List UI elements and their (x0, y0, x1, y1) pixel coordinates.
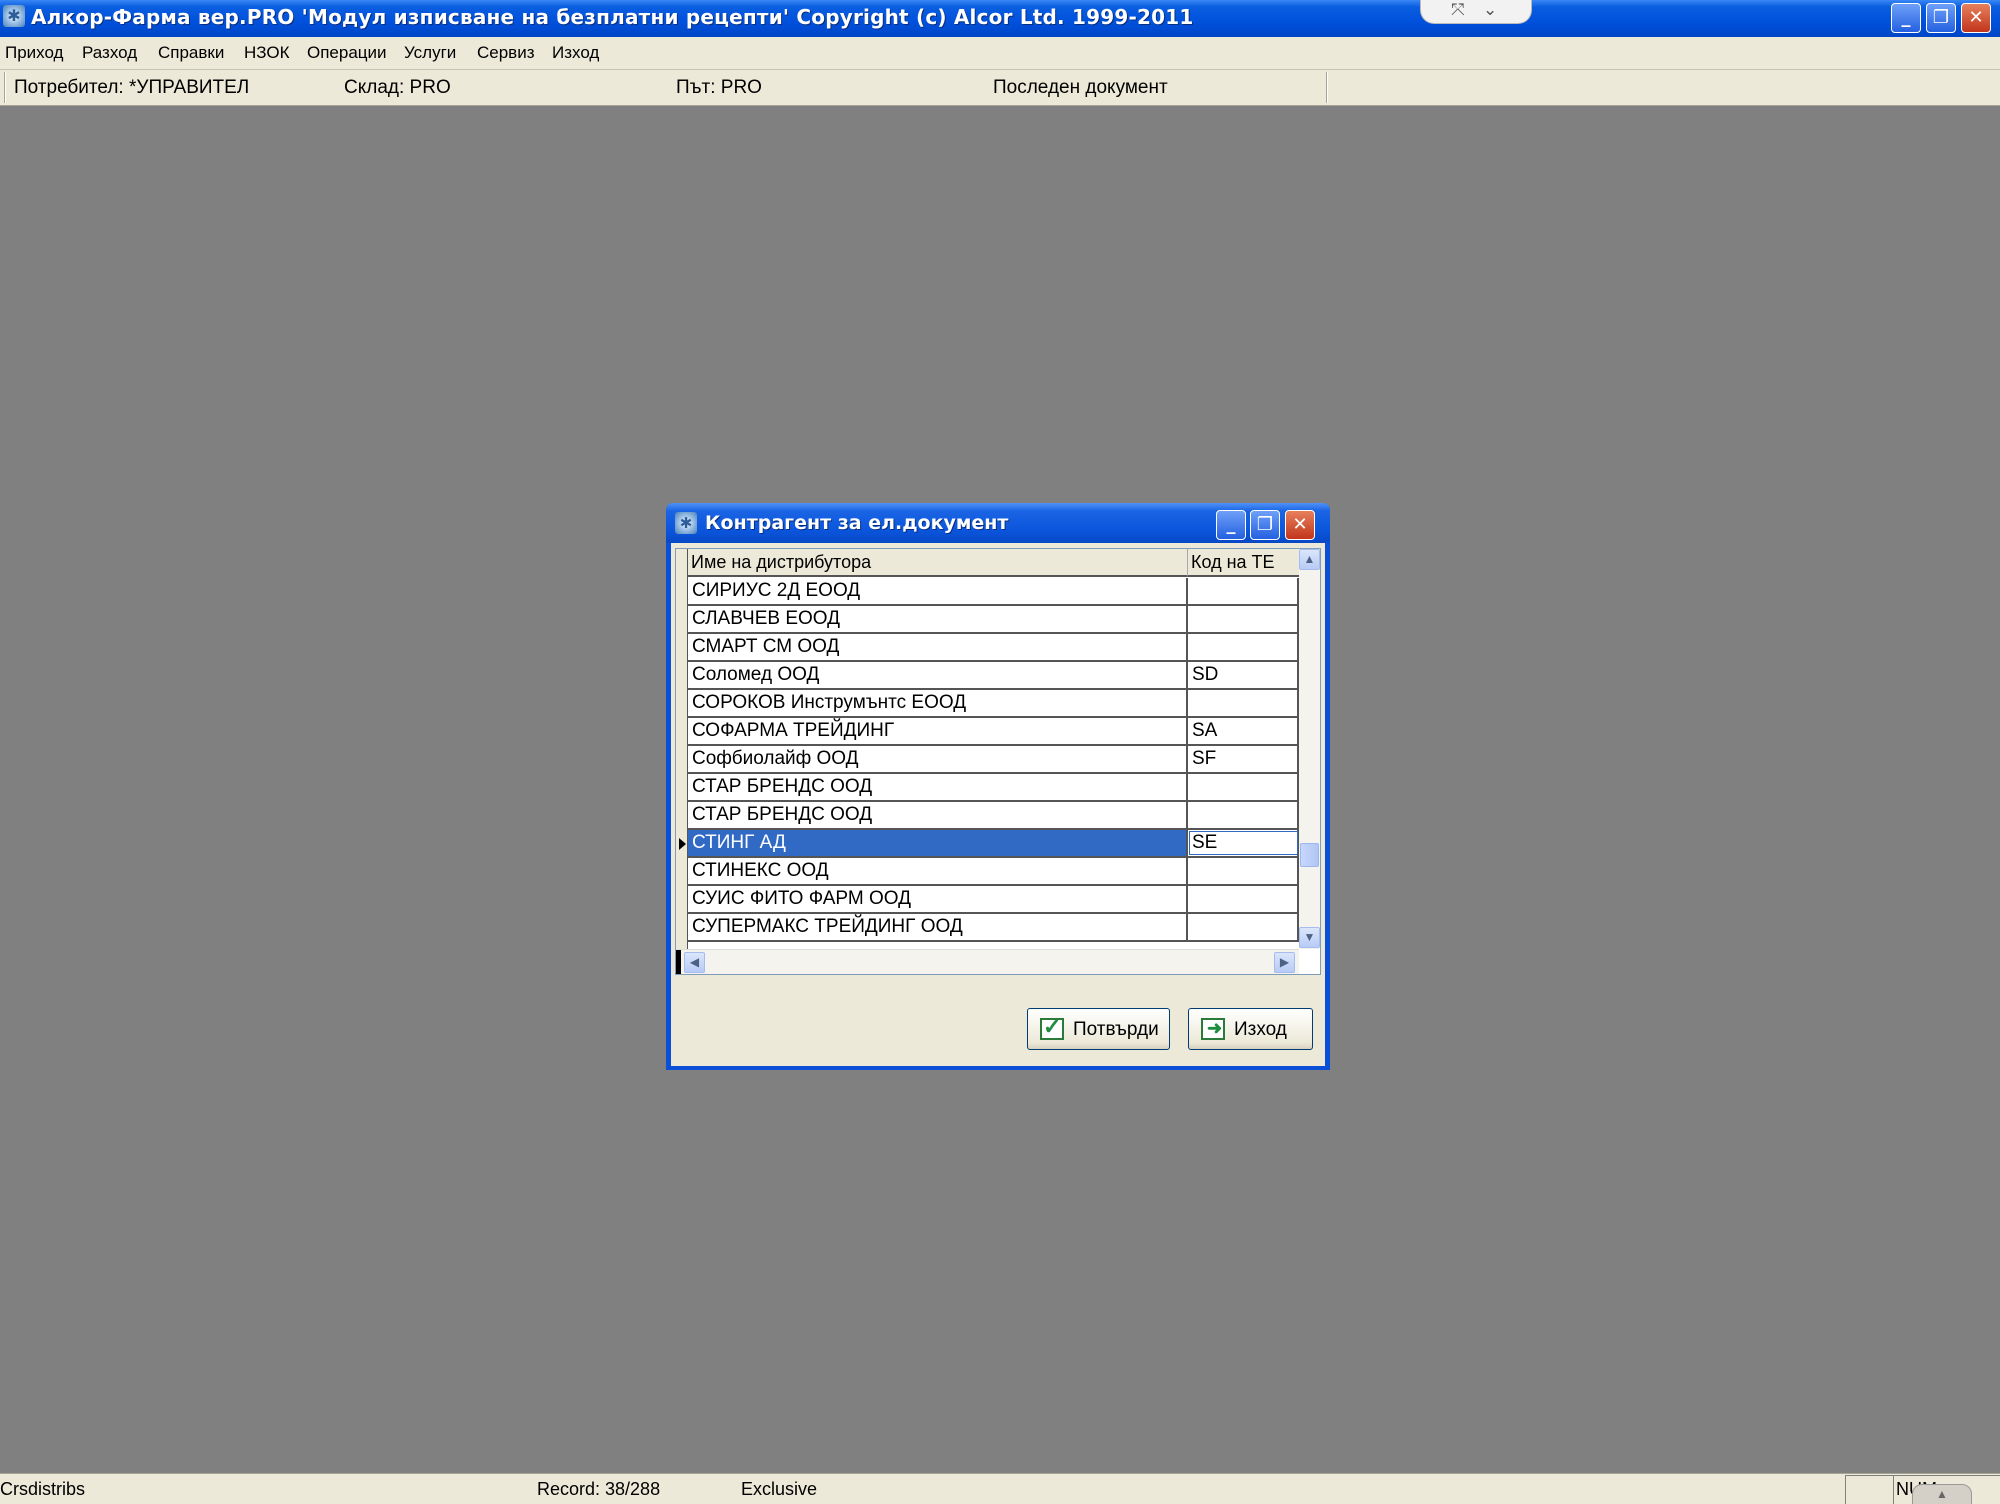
table-row[interactable]: СМАРТ СМ ООД (688, 634, 1299, 662)
dialog-body: Име на дистрибутора Код на ТЕ СИРИУС 2Д … (671, 543, 1325, 1066)
horizontal-scrollbar[interactable]: ◀ ▶ (676, 949, 1299, 974)
distributor-name-cell[interactable]: СТАР БРЕНДС ООД (688, 774, 1188, 800)
distributor-name-cell[interactable]: СТАР БРЕНДС ООД (688, 802, 1188, 828)
status-record: Record: 38/288 (537, 1479, 661, 1499)
table-row[interactable]: Соломед ООД SD (688, 662, 1299, 690)
distributor-name-cell[interactable]: СОРОКОВ Инструмънтс ЕООД (688, 690, 1188, 716)
menu-item-services[interactable]: Услуги (404, 43, 456, 63)
scroll-right-button[interactable]: ▶ (1274, 952, 1295, 973)
dialog-minimize-button[interactable]: _ (1216, 510, 1246, 540)
distributor-code-cell[interactable]: SD (1188, 662, 1299, 688)
confirm-label: Потвърди (1073, 1019, 1159, 1040)
distributor-name-cell[interactable]: СУИС ФИТО ФАРМ ООД (688, 886, 1188, 912)
status-panel (1845, 1475, 1895, 1504)
scroll-down-button[interactable]: ▼ (1299, 927, 1320, 948)
distributor-code-cell[interactable] (1188, 886, 1299, 912)
distributor-code-cell[interactable]: SE (1188, 830, 1299, 856)
current-store: Склад: PRO (344, 77, 451, 98)
table-row[interactable]: СТИНЕКС ООД (688, 858, 1299, 886)
confirm-button[interactable]: ✓ Потвърди (1027, 1008, 1170, 1050)
restore-size-icon[interactable]: ⤧ (1451, 0, 1465, 20)
table-row[interactable]: СУИС ФИТО ФАРМ ООД (688, 886, 1299, 914)
distributor-name-cell[interactable]: СМАРТ СМ ООД (688, 634, 1188, 660)
app-title: Алкор-Фарма вер.PRO 'Модул изписване на … (31, 5, 1194, 29)
scroll-up-button[interactable]: ▲ (1299, 549, 1320, 570)
menu-item-expense[interactable]: Разход (82, 43, 137, 63)
dialog-close-button[interactable]: ✕ (1285, 510, 1315, 540)
last-document: Последен документ (993, 77, 1168, 98)
distributor-code-cell[interactable] (1188, 774, 1299, 800)
table-row[interactable]: СТИНГ АД SE (688, 830, 1299, 858)
distributor-code-cell[interactable] (1188, 606, 1299, 632)
distributor-code-cell[interactable] (1188, 858, 1299, 884)
menu-item-operations[interactable]: Операции (307, 43, 387, 63)
distributor-code-cell[interactable] (1188, 690, 1299, 716)
distributor-name-cell[interactable]: Соломед ООД (688, 662, 1188, 688)
tray-expand-tab[interactable]: ▲ (1912, 1484, 1972, 1504)
menu-item-nzok[interactable]: НЗОК (244, 43, 289, 63)
record-indicator-column (676, 549, 688, 974)
dialog-title-bar[interactable]: ✱ Контрагент за ел.документ _ ❐ ✕ (666, 503, 1330, 543)
dialog-icon: ✱ (675, 512, 697, 534)
menu-item-income[interactable]: Приход (5, 43, 63, 63)
exit-arrow-icon: ➜ (1201, 1018, 1225, 1040)
vertical-scrollbar[interactable]: ▲ ▼ (1299, 549, 1320, 949)
distributor-name-cell[interactable]: Софбиолайф ООД (688, 746, 1188, 772)
remote-toolbar-tab[interactable]: ⤧ ⌄ (1420, 0, 1532, 24)
distributor-code-cell[interactable] (1188, 578, 1299, 604)
distributor-name-cell[interactable]: СТИНГ АД (688, 830, 1188, 856)
distributor-name-cell[interactable]: СИРИУС 2Д ЕООД (688, 578, 1188, 604)
menu-bar: Приход Разход Справки НЗОК Операции Услу… (0, 37, 2000, 69)
table-row[interactable]: СОРОКОВ Инструмънтс ЕООД (688, 690, 1299, 718)
menu-item-exit[interactable]: Изход (552, 43, 599, 63)
exit-button[interactable]: ➜ Изход (1188, 1008, 1313, 1050)
table-row[interactable]: Софбиолайф ООД SF (688, 746, 1299, 774)
close-button[interactable]: ✕ (1961, 3, 1991, 33)
distributor-code-cell[interactable] (1188, 802, 1299, 828)
table-row[interactable]: СЛАВЧЕВ ЕООД (688, 606, 1299, 634)
distributor-grid[interactable]: Име на дистрибутора Код на ТЕ СИРИУС 2Д … (675, 548, 1321, 975)
table-row[interactable]: СУПЕРМАКС ТРЕЙДИНГ ООД (688, 914, 1299, 942)
table-row[interactable]: СИРИУС 2Д ЕООД (688, 578, 1299, 606)
restore-button[interactable]: ❐ (1926, 3, 1956, 33)
menu-item-reports[interactable]: Справки (158, 43, 224, 63)
info-separator (4, 72, 6, 103)
distributor-name-cell[interactable]: СТИНЕКС ООД (688, 858, 1188, 884)
current-record-pointer-icon (679, 838, 686, 850)
distributor-code-cell[interactable] (1188, 634, 1299, 660)
minimize-button[interactable]: _ (1891, 3, 1921, 33)
current-path: Път: PRO (676, 77, 762, 98)
info-bar: Потребител: *УПРАВИТЕЛ Склад: PRO Път: P… (0, 69, 2000, 106)
menu-item-service[interactable]: Сервиз (477, 43, 535, 63)
table-row[interactable]: СТАР БРЕНДС ООД (688, 802, 1299, 830)
table-row[interactable]: СОФАРМА ТРЕЙДИНГ SA (688, 718, 1299, 746)
column-header-code[interactable]: Код на ТЕ (1188, 549, 1299, 577)
distributor-code-cell[interactable]: SA (1188, 718, 1299, 744)
current-user: Потребител: *УПРАВИТЕЛ (14, 77, 250, 98)
check-icon: ✓ (1040, 1014, 1064, 1040)
app-icon[interactable]: ✱ (3, 5, 25, 27)
info-separator (1326, 72, 1328, 103)
distributor-name-cell[interactable]: СУПЕРМАКС ТРЕЙДИНГ ООД (688, 914, 1188, 940)
horizontal-scroll-marker (676, 950, 681, 974)
dialog-title: Контрагент за ел.документ (705, 512, 1009, 534)
dialog-maximize-button[interactable]: ❐ (1250, 510, 1280, 540)
exit-label: Изход (1234, 1019, 1287, 1040)
distributor-name-cell[interactable]: СЛАВЧЕВ ЕООД (688, 606, 1188, 632)
scroll-thumb[interactable] (1300, 843, 1319, 867)
chevron-down-icon[interactable]: ⌄ (1483, 0, 1497, 20)
status-bar: Crsdistribs Record: 38/288 Exclusive NUM… (0, 1473, 2000, 1504)
app-title-bar[interactable]: ✱ Алкор-Фарма вер.PRO 'Модул изписване н… (0, 0, 2000, 37)
status-table-name: Crsdistribs (0, 1479, 86, 1499)
status-mode: Exclusive (741, 1479, 818, 1499)
table-row[interactable]: СТАР БРЕНДС ООД (688, 774, 1299, 802)
distributor-code-cell[interactable] (1188, 914, 1299, 940)
distributor-code-cell[interactable]: SF (1188, 746, 1299, 772)
scroll-left-button[interactable]: ◀ (684, 952, 705, 973)
distributor-name-cell[interactable]: СОФАРМА ТРЕЙДИНГ (688, 718, 1188, 744)
column-header-name[interactable]: Име на дистрибутора (688, 549, 1188, 577)
counterparty-dialog: ✱ Контрагент за ел.документ _ ❐ ✕ Име на… (666, 503, 1330, 1070)
